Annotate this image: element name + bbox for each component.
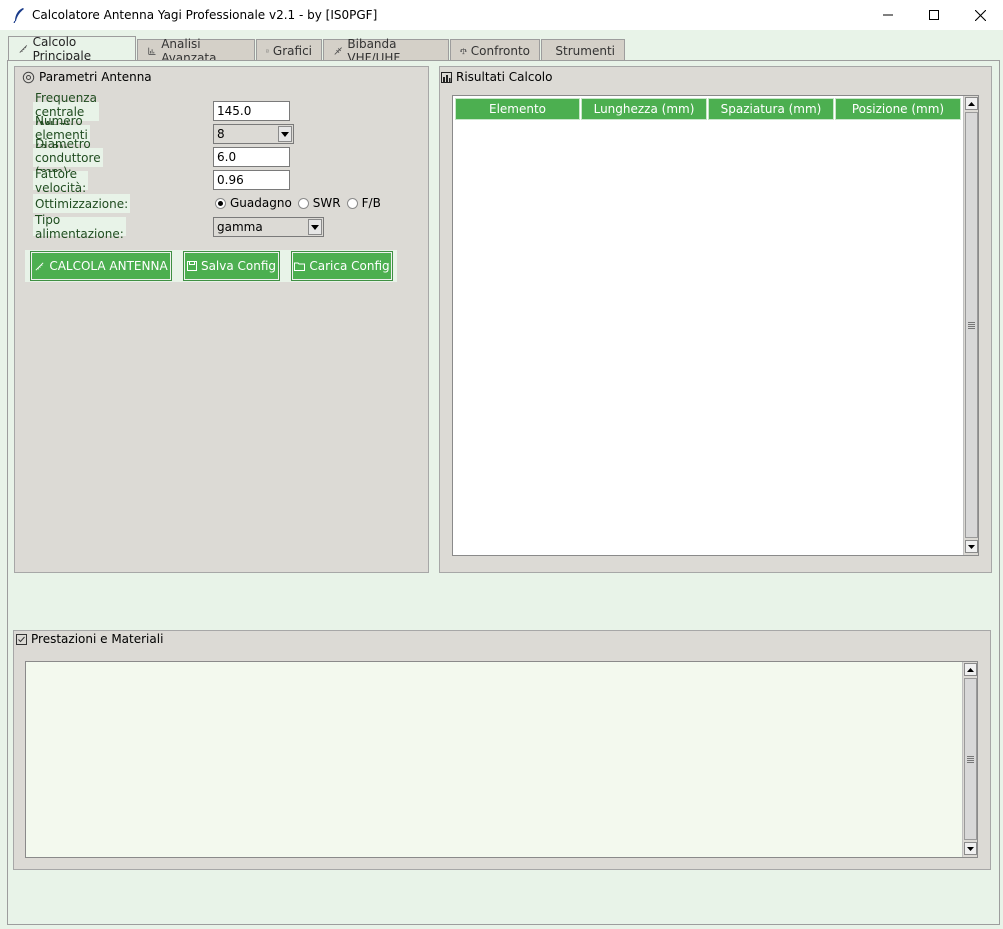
column-header-lunghezza[interactable]: Lunghezza (mm) (581, 98, 707, 120)
tab-calcolo-principale[interactable]: Calcolo Principale (8, 35, 136, 63)
arrow-up-icon (968, 101, 975, 106)
close-icon (974, 9, 986, 21)
scroll-up-button[interactable] (965, 97, 978, 110)
feed-label: Tipo alimentazione: (33, 212, 126, 241)
params-frame: Parametri Antenna Frequenza centrale (MH… (14, 66, 429, 573)
results-table[interactable]: Elemento Lunghezza (mm) Spaziatura (mm) … (452, 95, 979, 556)
minimize-button[interactable] (865, 0, 911, 30)
radio-dot (346, 197, 358, 209)
results-frame: Risultati Calcolo Elemento Lunghezza (mm… (439, 66, 992, 573)
antenna-icon (334, 46, 342, 55)
scroll-up-button[interactable] (964, 663, 977, 676)
ruler-icon (19, 45, 28, 53)
grip-icon (968, 321, 975, 329)
diameter-input[interactable]: 6.0 (213, 147, 290, 167)
folder-icon (294, 262, 306, 271)
ruler-icon (35, 262, 44, 270)
chart-icon (148, 47, 156, 55)
chevron-down-icon (311, 224, 319, 230)
window-titlebar: Calcolatore Antenna Yagi Professionale v… (0, 0, 1003, 30)
tab-grafici[interactable]: Grafici (256, 39, 322, 61)
load-label: Carica Config (309, 259, 390, 273)
save-label: Salva Config (200, 259, 277, 273)
performance-frame: Prestazioni e Materiali (13, 630, 991, 870)
velocity-input[interactable]: 0.96 (213, 170, 290, 190)
feed-dropdown-arrow[interactable] (308, 219, 322, 235)
velocity-label: Fattore velocità: (33, 166, 89, 195)
feed-combobox[interactable]: gamma (213, 217, 324, 237)
checkbox-icon (266, 49, 269, 52)
elements-dropdown-arrow[interactable] (278, 126, 292, 142)
column-header-posizione[interactable]: Posizione (mm) (835, 98, 961, 120)
results-scrollbar[interactable] (963, 96, 978, 555)
performance-frame-title: Prestazioni e Materiali (14, 629, 990, 649)
radio-swr[interactable]: SWR (297, 196, 341, 210)
tab-strumenti[interactable]: Strumenti (541, 39, 625, 61)
tab-label: Grafici (272, 43, 312, 58)
feed-value: gamma (217, 220, 263, 234)
radio-label: Guadagno (230, 196, 292, 210)
freq-input[interactable]: 145.0 (213, 101, 290, 121)
tab-content-calcolo: Parametri Antenna Frequenza centrale (MH… (7, 60, 1000, 925)
scroll-down-button[interactable] (964, 842, 977, 855)
params-title-text: Parametri Antenna (39, 70, 152, 84)
tab-bibanda[interactable]: Bibanda VHF/UHF (323, 37, 449, 65)
button-strip: CALCOLA ANTENNA Salva Config Carica Conf… (25, 250, 397, 282)
performance-scrollbar[interactable] (962, 662, 977, 857)
column-header-elemento[interactable]: Elemento (455, 98, 580, 120)
arrow-up-icon (967, 667, 974, 672)
column-header-spaziatura[interactable]: Spaziatura (mm) (708, 98, 834, 120)
radio-guadagno[interactable]: Guadagno (215, 196, 292, 210)
gear-icon (22, 71, 35, 83)
grip-icon (967, 755, 974, 763)
tab-analisi-avanzata[interactable]: Analisi Avanzata (137, 37, 255, 65)
elements-spinbox[interactable]: 8 (213, 124, 294, 144)
scroll-thumb[interactable] (965, 112, 978, 538)
performance-title-text: Prestazioni e Materiali (31, 632, 164, 646)
radio-label: SWR (312, 196, 341, 210)
params-frame-title: Parametri Antenna (15, 67, 428, 87)
tab-confronto[interactable]: Confronto (450, 39, 540, 61)
diameter-label: Diametro conduttore (mm): (33, 137, 103, 179)
scales-icon (460, 47, 467, 54)
optim-label: Ottimizzazione: (33, 194, 131, 213)
scroll-thumb[interactable] (964, 678, 977, 840)
results-table-header: Elemento Lunghezza (mm) Spaziatura (mm) … (455, 98, 962, 120)
tab-label: Strumenti (555, 43, 615, 58)
feather-icon (13, 8, 24, 23)
elements-value: 8 (217, 127, 225, 141)
arrow-down-icon (967, 846, 974, 851)
results-frame-title: Risultati Calcolo (440, 67, 991, 87)
checkbox-icon (16, 633, 27, 645)
performance-textarea[interactable] (25, 661, 978, 858)
minimize-icon (883, 14, 893, 16)
calculate-label: CALCOLA ANTENNA (49, 259, 168, 273)
radio-dot (297, 197, 309, 209)
close-button[interactable] (957, 0, 1003, 30)
maximize-icon (929, 10, 939, 20)
optim-radio-group: Guadagno SWR F/B (215, 196, 381, 210)
arrow-down-icon (968, 544, 975, 549)
load-config-button[interactable]: Carica Config (292, 252, 392, 280)
radio-label: F/B (361, 196, 381, 210)
results-title-text: Risultati Calcolo (456, 70, 553, 84)
save-config-button[interactable]: Salva Config (184, 252, 279, 280)
window-title: Calcolatore Antenna Yagi Professionale v… (32, 8, 378, 22)
tab-label: Confronto (470, 43, 530, 58)
save-icon (186, 261, 197, 271)
radio-fb[interactable]: F/B (346, 196, 381, 210)
calculate-button[interactable]: CALCOLA ANTENNA (31, 252, 171, 280)
scroll-down-button[interactable] (965, 540, 978, 553)
tab-bar: Calcolo Principale Analisi Avanzata Graf… (8, 35, 626, 65)
tab-label: Calcolo Principale (32, 35, 92, 63)
bar-chart-icon (441, 71, 452, 83)
maximize-button[interactable] (911, 0, 957, 30)
radio-dot-selected (215, 197, 226, 209)
chevron-down-icon (281, 131, 289, 137)
